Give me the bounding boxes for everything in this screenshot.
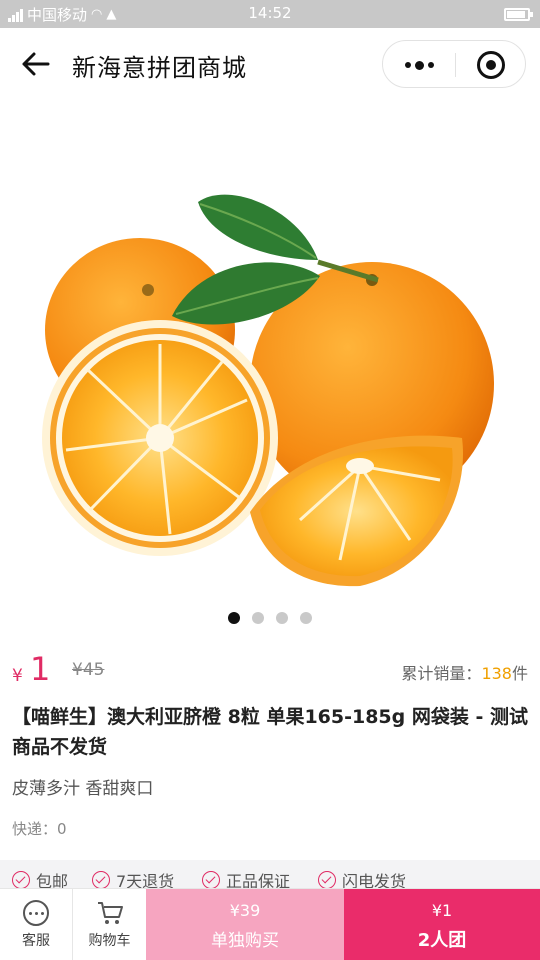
buy-alone-button[interactable]: ¥39 单独购买 [146, 889, 344, 960]
group-buy-label: 2人团 [417, 930, 467, 951]
product-gallery[interactable] [0, 100, 540, 640]
capsule-divider [455, 53, 456, 77]
status-time: 14:52 [248, 4, 292, 22]
product-subtitle: 皮薄多汁 香甜爽口 [12, 779, 154, 799]
gallery-pagination [0, 612, 540, 624]
mini-program-capsule [382, 40, 526, 88]
group-buy-button[interactable]: ¥1 2人团 [344, 889, 540, 960]
check-icon [92, 871, 110, 889]
battery-icon [504, 8, 533, 21]
cart-icon [97, 902, 123, 924]
bottom-action-bar: 客服 购物车 ¥39 单独购买 ¥1 2人团 [0, 888, 540, 960]
sales-unit: 件 [511, 664, 528, 683]
group-buy-price: ¥1 [431, 901, 453, 920]
check-icon [202, 871, 220, 889]
gallery-dot[interactable] [300, 612, 312, 624]
sales-label: 累计销量： [401, 664, 482, 683]
price-currency: ¥ [12, 666, 23, 686]
chat-icon [23, 900, 49, 926]
service-guarantees: 包邮 7天退货 正品保证 闪电发货 [0, 860, 540, 891]
sales-count: 累计销量：138件 [401, 660, 528, 684]
page-title: 新海意拼团商城 [72, 54, 247, 82]
arrow-left-icon [22, 52, 50, 76]
gallery-dot[interactable] [228, 612, 240, 624]
shipping-fee: 快递：0 [12, 820, 67, 838]
product-title: 【喵鲜生】澳大利亚脐橙 8粒 单果165-185g 网袋装 - 测试商品不发货 [12, 706, 528, 758]
sales-number: 138 [481, 664, 512, 683]
solo-price: ¥39 [229, 901, 261, 920]
back-button[interactable] [20, 50, 52, 78]
product-image [42, 194, 494, 587]
close-mini-program-button[interactable] [477, 51, 505, 79]
customer-service-button[interactable]: 客服 [0, 889, 73, 960]
gallery-dot[interactable] [276, 612, 288, 624]
original-price: ¥45 [72, 660, 105, 680]
cart-button[interactable]: 购物车 [73, 889, 146, 960]
more-button[interactable] [401, 53, 437, 77]
nav-bar: 新海意拼团商城 [0, 28, 540, 100]
check-icon [12, 871, 30, 889]
customer-service-label: 客服 [22, 933, 50, 949]
solo-label: 单独购买 [211, 931, 279, 951]
cart-label: 购物车 [88, 933, 131, 949]
price-row: ¥ 1 ¥45 累计销量：138件 [0, 648, 540, 692]
check-icon [318, 871, 336, 889]
group-price: 1 [30, 650, 51, 688]
status-bar: 中国移动 ◠ ▲ 14:52 [0, 0, 540, 28]
gallery-dot[interactable] [252, 612, 264, 624]
